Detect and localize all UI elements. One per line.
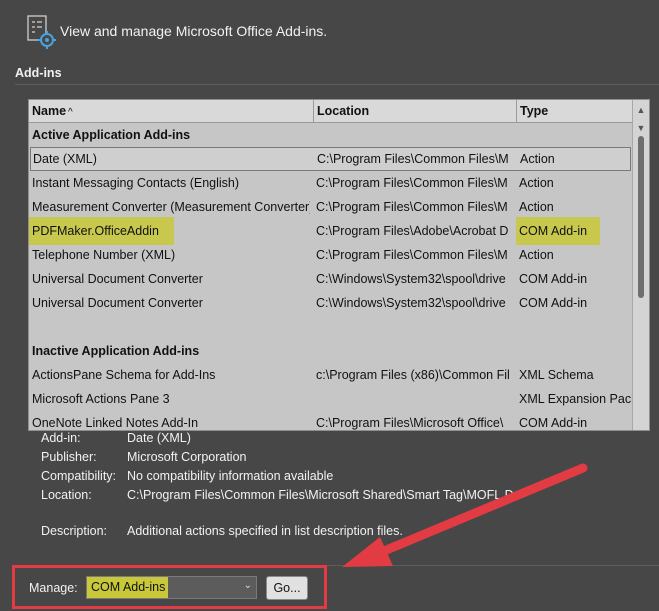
addin-name: Universal Document Converter [32,272,203,286]
addin-name: Universal Document Converter [32,296,203,310]
list-item[interactable]: PDFMaker.OfficeAddin C:\Program Files\Ad… [29,219,632,243]
list-item[interactable]: Instant Messaging Contacts (English) C:\… [29,171,632,195]
group-header-inactive: Inactive Application Add-ins [32,344,200,358]
column-type-label: Type [520,104,549,118]
addin-type: Action [519,248,554,262]
column-location-label: Location [317,104,370,118]
addin-location: C:\Program Files\Common Files\M [317,152,509,166]
list-item[interactable]: ActionsPane Schema for Add-Ins c:\Progra… [29,363,632,387]
addin-type: Action [520,152,555,166]
sort-ascending-icon: ^ [68,107,73,118]
addin-location: C:\Program Files\Adobe\Acrobat D [316,224,509,238]
addin-location: C:\Program Files\Common Files\M [316,248,508,262]
list-scrollbar[interactable]: ▲ ▼ [632,100,649,430]
addin-location: C:\Program Files\Microsoft Office\ [316,416,504,430]
addin-type: COM Add-in [519,296,588,310]
section-divider [15,84,659,85]
list-item[interactable]: Universal Document Converter C:\Windows\… [29,267,632,291]
group-header-active: Active Application Add-ins [32,128,191,142]
addin-location: C:\Windows\System32\spool\drive [316,272,506,286]
addin-location [316,387,516,411]
detail-value-location: C:\Program Files\Common Files\Microsoft … [127,488,513,502]
column-header-type[interactable]: Type [517,100,632,122]
detail-label-location: Location: [41,488,92,502]
list-item[interactable]: Telephone Number (XML) C:\Program Files\… [29,243,632,267]
section-title-addins: Add-ins [15,66,62,80]
addins-list[interactable]: Name ^ Location Type Active Application A… [28,99,650,431]
column-header-location[interactable]: Location [314,100,517,122]
addin-name: PDFMaker.OfficeAddin [32,224,159,238]
addin-type: XML Expansion Pack [519,392,632,406]
detail-label-publisher: Publisher: [41,450,97,464]
list-item[interactable]: Universal Document Converter C:\Windows\… [29,291,632,315]
scroll-thumb[interactable] [638,136,644,298]
addin-location: C:\Windows\System32\spool\drive [316,296,506,310]
addins-gear-icon [27,15,56,49]
addin-type: COM Add-in [519,224,588,238]
addin-type: XML Schema [519,368,594,382]
list-body: Active Application Add-ins Date (XML) C:… [29,123,632,430]
addin-name: OneNote Linked Notes Add-In [32,416,199,430]
addin-name: Instant Messaging Contacts (English) [32,176,240,190]
list-column-header: Name ^ Location Type [29,100,632,123]
addin-name: Date (XML) [33,152,97,166]
addin-type: Action [519,200,554,214]
detail-label-addin: Add-in: [41,431,81,445]
detail-label-description: Description: [41,524,107,538]
addin-type: COM Add-in [519,416,588,430]
addin-name: ActionsPane Schema for Add-Ins [32,368,216,382]
addin-name: Microsoft Actions Pane 3 [32,392,170,406]
list-item[interactable]: Measurement Converter (Measurement Conve… [29,195,632,219]
list-item[interactable]: Date (XML) C:\Program Files\Common Files… [30,147,631,171]
addin-name: Measurement Converter (Measurement Conve… [32,200,310,214]
addin-name: Telephone Number (XML) [32,248,176,262]
detail-label-compatibility: Compatibility: [41,469,117,483]
detail-value-description: Additional actions specified in list des… [127,524,403,538]
addin-location: C:\Program Files\Common Files\M [316,200,508,214]
annotation-red-box [12,565,327,609]
list-item[interactable]: Microsoft Actions Pane 3 XML Expansion P… [29,387,632,411]
addin-location: c:\Program Files (x86)\Common Fil [316,368,510,382]
detail-value-addin: Date (XML) [127,431,191,445]
column-name-label: Name [32,104,67,118]
detail-value-publisher: Microsoft Corporation [127,450,247,464]
dialog-header-title: View and manage Microsoft Office Add-ins… [60,23,328,39]
addin-location: C:\Program Files\Common Files\M [316,176,508,190]
scroll-up-icon[interactable]: ▲ [633,102,649,118]
detail-value-compatibility: No compatibility information available [127,469,334,483]
addin-type: COM Add-in [519,272,588,286]
scroll-down-icon[interactable]: ▼ [633,120,649,136]
list-item[interactable]: OneNote Linked Notes Add-In C:\Program F… [29,411,632,430]
addin-type: Action [519,176,554,190]
column-header-name[interactable]: Name ^ [29,100,314,122]
